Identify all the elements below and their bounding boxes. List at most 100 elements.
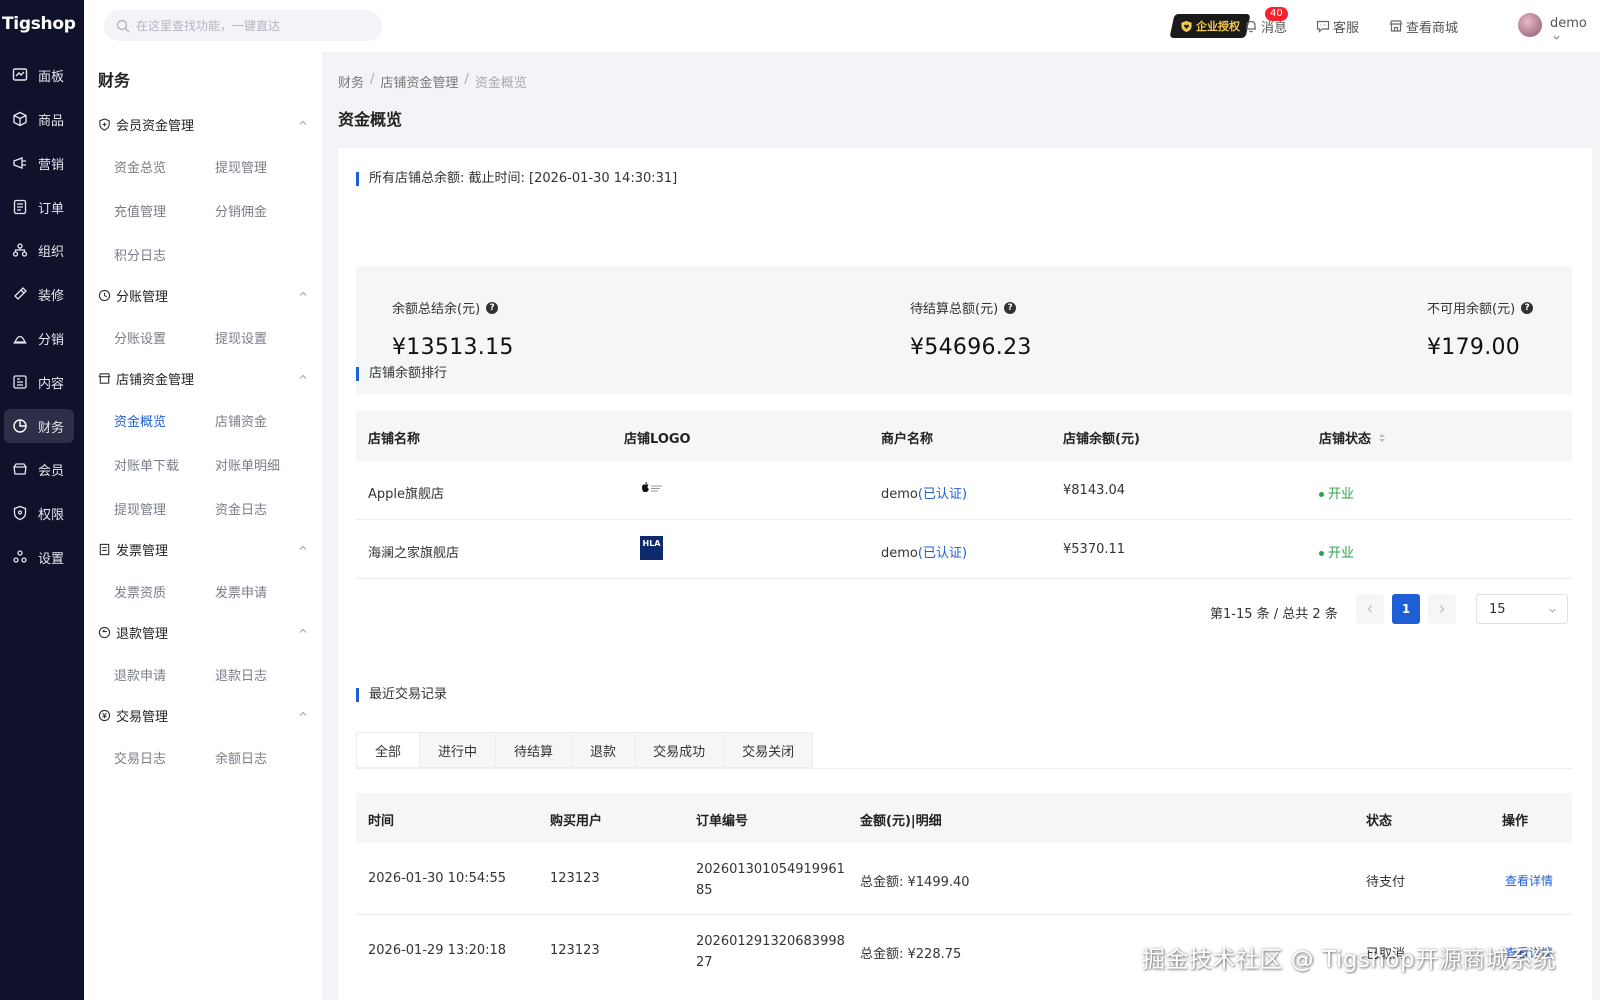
tab-success[interactable]: 交易成功 (634, 732, 724, 768)
group-refund[interactable]: 退款管理 (98, 622, 308, 642)
avatar[interactable] (1518, 13, 1542, 37)
tab-all[interactable]: 全部 (356, 732, 420, 768)
verified-link[interactable]: (已认证) (918, 546, 967, 561)
stat-value: ¥13513.15 (392, 335, 514, 360)
column-header: 时间 (368, 814, 395, 829)
enterprise-license-badge[interactable]: 企业授权 (1169, 14, 1251, 38)
menu-invoice-qualification[interactable]: 发票资质 (114, 582, 166, 601)
permission-icon (13, 505, 27, 521)
sort-icon[interactable] (1377, 431, 1387, 445)
menu-statement-download[interactable]: 对账单下载 (114, 455, 179, 474)
menu-invoice-application[interactable]: 发票申请 (215, 582, 267, 601)
nav-item-orders[interactable]: 订单 (4, 190, 74, 224)
shop-logo-hla: HLA (640, 536, 663, 560)
menu-withdraw-management-member[interactable]: 提现管理 (215, 157, 267, 176)
nav-item-permission[interactable]: 权限 (4, 496, 74, 530)
menu-withdraw-management[interactable]: 提现管理 (114, 499, 166, 518)
nav-item-finance[interactable]: 财务 (4, 409, 74, 443)
menu-split-settings[interactable]: 分账设置 (114, 328, 166, 347)
status-dot (1319, 492, 1324, 497)
cell-time: 2026-01-30 10:54:55 (368, 871, 507, 886)
menu-funds-log[interactable]: 资金日志 (215, 499, 267, 518)
store-icon (98, 372, 111, 384)
nav-item-decoration[interactable]: 装修 (4, 277, 74, 311)
tab-in-progress[interactable]: 进行中 (419, 732, 496, 768)
menu-refund-log[interactable]: 退款日志 (215, 665, 267, 684)
nav-label: 权限 (38, 507, 65, 523)
nav-label: 设置 (38, 551, 65, 567)
refund-icon (98, 626, 111, 638)
group-trade[interactable]: 交易管理 (98, 705, 308, 725)
breadcrumb-store-funds[interactable]: 店铺资金管理 (380, 72, 458, 91)
content-icon (13, 375, 27, 389)
bell-icon (1246, 20, 1256, 33)
trade-icon (98, 709, 111, 721)
breadcrumb-separator: / (370, 72, 375, 87)
menu-statement-detail[interactable]: 对账单明细 (215, 455, 280, 474)
column-header-sortable[interactable]: 店铺状态 (1319, 428, 1387, 447)
nav-label: 会员 (38, 463, 65, 479)
nav-item-content[interactable]: 内容 (4, 365, 74, 399)
user-menu[interactable]: demo (1550, 16, 1600, 46)
cell-amount: 总金额: ¥1499.40 (860, 875, 970, 890)
menu-withdraw-settings[interactable]: 提现设置 (215, 328, 267, 347)
stat-value: ¥54696.23 (910, 335, 1032, 360)
marketing-icon (13, 157, 26, 169)
menu-store-funds[interactable]: 店铺资金 (215, 411, 267, 430)
page-button-current[interactable]: 1 (1392, 594, 1420, 624)
group-member-funds[interactable]: 会员资金管理 (98, 114, 308, 134)
table-header: 店铺名称 店铺LOGO 商户名称 店铺余额(元) 店铺状态 (356, 411, 1572, 461)
menu-funds-overview[interactable]: 资金概览 (114, 411, 166, 430)
cell-order-number: 202601301054919961 85 (696, 859, 845, 901)
help-icon[interactable]: ? (486, 301, 499, 314)
cell-user: 123123 (550, 871, 600, 886)
next-page-button[interactable] (1428, 594, 1456, 624)
menu-distribution-commission[interactable]: 分销佣金 (215, 201, 267, 220)
verified-link[interactable]: (已认证) (918, 487, 967, 502)
prev-page-button[interactable] (1356, 594, 1384, 624)
menu-balance-log[interactable]: 余额日志 (215, 748, 267, 767)
group-label: 交易管理 (116, 709, 169, 725)
sidebar-title: 财务 (98, 71, 131, 90)
table-row: Apple旗舰店 demo(已认证) ¥8143.04 开业 (356, 461, 1572, 520)
page-size-select[interactable]: 15 (1476, 594, 1568, 624)
nav-item-dashboard[interactable]: 面板 (4, 58, 74, 92)
finance-icon (13, 419, 27, 433)
group-split-accounts[interactable]: 分账管理 (98, 285, 308, 305)
nav-item-settings[interactable]: 设置 (4, 540, 74, 574)
search-input[interactable]: 在这里查找功能，一键直达 (104, 10, 382, 41)
group-store-funds[interactable]: 店铺资金管理 (98, 368, 308, 388)
help-icon[interactable]: ? (1521, 301, 1534, 314)
merchant-name: demo (881, 487, 918, 502)
menu-points-log[interactable]: 积分日志 (114, 245, 166, 264)
menu-funds-overview-member[interactable]: 资金总览 (114, 157, 166, 176)
view-store-button[interactable]: 查看商城 (1389, 16, 1458, 36)
menu-trade-log[interactable]: 交易日志 (114, 748, 166, 767)
chevron-left-icon (1367, 605, 1372, 613)
tab-refund[interactable]: 退款 (571, 732, 635, 768)
group-label: 会员资金管理 (116, 118, 195, 134)
table-row: 2026-01-30 10:54:55 123123 2026013010549… (356, 843, 1572, 915)
app-logo[interactable]: Tigshop (2, 10, 80, 38)
help-icon[interactable]: ? (1004, 301, 1017, 314)
group-label: 退款管理 (116, 626, 169, 642)
cell-status: 待支付 (1366, 875, 1406, 890)
nav-item-distribution[interactable]: 分销 (4, 321, 74, 355)
nav-item-organization[interactable]: 组织 (4, 233, 74, 267)
customer-service-button[interactable]: 客服 (1316, 16, 1359, 36)
stat-label: 待结算总额(元) (910, 302, 999, 317)
tab-pending-settlement[interactable]: 待结算 (495, 732, 572, 768)
nav-item-marketing[interactable]: 营销 (4, 146, 74, 180)
tab-closed[interactable]: 交易关闭 (723, 732, 814, 768)
view-details-link[interactable]: 查看详情 (1505, 872, 1553, 889)
menu-recharge-management[interactable]: 充值管理 (114, 201, 166, 220)
group-invoice[interactable]: 发票管理 (98, 539, 308, 559)
cell-time: 2026-01-29 13:20:18 (368, 943, 507, 958)
watermark: 掘金技术社区 @ Tigshop开源商城系统 (1142, 947, 1557, 973)
menu-refund-application[interactable]: 退款申请 (114, 665, 166, 684)
column-header: 金额(元)|明细 (860, 814, 942, 829)
breadcrumb-finance[interactable]: 财务 (338, 72, 364, 91)
settings-icon (13, 550, 27, 563)
nav-item-products[interactable]: 商品 (4, 102, 74, 136)
nav-item-member[interactable]: 会员 (4, 452, 74, 486)
